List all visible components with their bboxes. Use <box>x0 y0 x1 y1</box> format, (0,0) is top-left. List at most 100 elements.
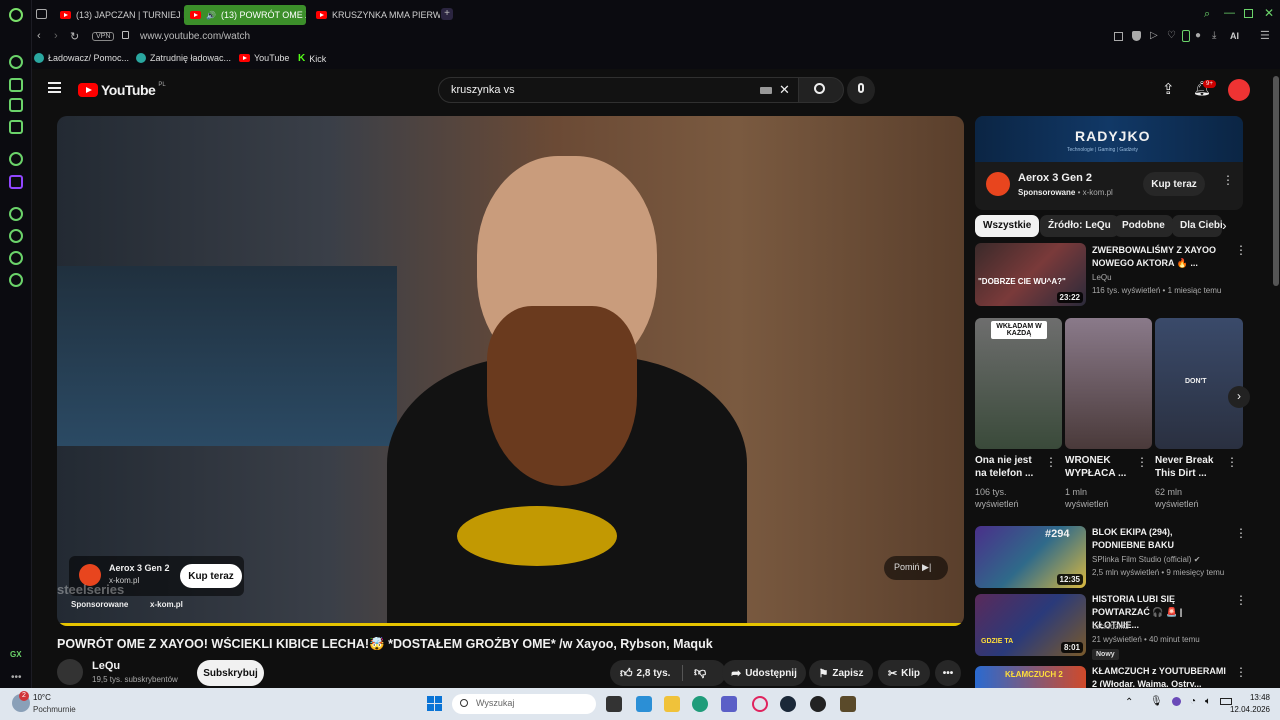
ad-progress-bar[interactable] <box>57 623 964 626</box>
clip-button[interactable]: ✂ Klip <box>878 660 930 686</box>
volume-icon[interactable]: 🔈︎ <box>1205 696 1211 707</box>
like-icon[interactable]: 👍︎ <box>620 666 633 681</box>
youtube-logo[interactable]: YouTube PL <box>78 82 166 98</box>
speaker-icon[interactable]: 🔊 <box>206 11 216 20</box>
task-view-icon[interactable] <box>606 696 622 712</box>
file-explorer-icon[interactable] <box>664 696 680 712</box>
teams-icon[interactable] <box>721 696 737 712</box>
steam-icon[interactable] <box>780 696 796 712</box>
upload-icon[interactable]: ⇪ <box>1162 80 1175 98</box>
battery-icon[interactable] <box>1182 30 1190 42</box>
widgets-icon[interactable] <box>636 696 652 712</box>
snapshot-icon[interactable] <box>1114 32 1123 41</box>
account-icon[interactable]: ● <box>1195 30 1201 41</box>
rec-menu-icon[interactable]: ⋮ <box>1235 527 1247 539</box>
video-player[interactable]: Aerox 3 Gen 2 x-kom.pl Kup teraz Sponsor… <box>57 116 964 626</box>
short-menu-icon[interactable]: ⋮ <box>1045 456 1057 468</box>
forward-icon[interactable]: › <box>54 30 58 42</box>
download-icon[interactable]: ⤓ <box>1212 30 1216 41</box>
gx-control-icon[interactable] <box>9 98 23 112</box>
rec-thumbnail-4[interactable]: KŁAMCZUCH 2 <box>975 666 1086 688</box>
ad-cta-button[interactable]: Kup teraz <box>180 564 242 588</box>
rec-title-4[interactable]: KŁAMCZUCH z YOUTUBERAMI 2 (Włodar, Wajma… <box>1092 665 1227 687</box>
game-icon[interactable] <box>840 696 856 712</box>
rec-channel-1[interactable]: LeQu <box>1092 272 1112 284</box>
rec-thumbnail-1[interactable]: "DOBRZE CIE WU^A?" 23:22 <box>975 243 1086 306</box>
share-button[interactable]: ➦ Udostępnij <box>722 660 806 686</box>
tray-expand-icon[interactable]: ⌃ <box>1125 697 1133 708</box>
rec-menu-icon[interactable]: ⋮ <box>1235 594 1247 606</box>
edge-icon[interactable] <box>692 696 708 712</box>
url-field[interactable]: www.youtube.com/watch <box>140 31 250 42</box>
lock-icon[interactable] <box>122 31 129 39</box>
opera-logo-icon[interactable] <box>9 8 23 22</box>
short-thumbnail-1[interactable]: WKŁADAM W KAŻDĄ <box>975 318 1062 449</box>
chip-all[interactable]: Wszystkie <box>975 215 1040 237</box>
clear-search-icon[interactable]: ✕ <box>779 82 790 98</box>
bookmark-kick[interactable]: K Kick <box>298 53 326 64</box>
minimize-icon[interactable]: — <box>1224 7 1235 19</box>
bookmark-ladowacz[interactable]: Ładowacz/ Pomoc... <box>34 53 129 63</box>
tab-islands-icon[interactable] <box>36 9 47 19</box>
side-ad-cta-button[interactable]: Kup teraz <box>1143 172 1205 196</box>
chips-next-icon[interactable]: › <box>1222 217 1227 233</box>
rec-channel-3[interactable]: csclodzik3 <box>1092 621 1129 633</box>
voice-search-button[interactable] <box>847 76 875 104</box>
maximize-icon[interactable] <box>1244 9 1253 18</box>
short-thumbnail-2[interactable] <box>1065 318 1152 449</box>
short-title-3[interactable]: Never Break This Dirt ... <box>1155 454 1225 480</box>
subscribe-button[interactable]: Subskrybuj <box>197 660 264 686</box>
player-icon[interactable] <box>9 207 23 221</box>
search-button[interactable] <box>798 77 844 103</box>
gx-corner-icon[interactable] <box>9 78 23 92</box>
twitch-icon[interactable] <box>9 175 23 189</box>
clock-date[interactable]: 12.04.2026 <box>1226 705 1270 714</box>
scrollbar-thumb[interactable] <box>1273 76 1279 286</box>
keyboard-icon[interactable] <box>760 87 772 94</box>
vpn-badge[interactable]: VPN <box>92 32 115 41</box>
chatgpt-icon[interactable] <box>9 152 23 166</box>
clock-time[interactable]: 13:48 <box>1238 693 1270 702</box>
shield-icon[interactable] <box>1132 31 1141 41</box>
heart-icon[interactable]: ♡ <box>1167 30 1176 41</box>
side-ad-card[interactable]: RADYJKO Technologie | Gaming | Gadżety A… <box>975 116 1243 210</box>
guide-menu-icon[interactable] <box>48 82 61 93</box>
save-button[interactable]: ⚑ Zapisz <box>809 660 873 686</box>
bookmark-zatrudnie[interactable]: Zatrudnię ładowac... <box>136 53 231 63</box>
opera-gx-taskbar-icon[interactable] <box>752 696 768 712</box>
ai-button[interactable]: AI <box>1230 31 1239 41</box>
search-tabs-icon[interactable]: ⌕ <box>1204 8 1210 21</box>
rec-channel-2-row[interactable]: SPlinka Film Studio (official) ✔ <box>1092 554 1200 566</box>
play-icon[interactable]: ▷ <box>1150 30 1158 41</box>
windows-start-icon[interactable] <box>427 696 442 711</box>
battery-tray-icon[interactable] <box>1220 698 1232 705</box>
avatar[interactable] <box>1228 79 1250 101</box>
back-icon[interactable]: ‹ <box>37 30 41 42</box>
dislike-icon[interactable]: 👎︎ <box>694 665 706 680</box>
channel-name[interactable]: LeQu <box>92 660 120 672</box>
tab-kruszynka[interactable]: KRUSZYNKA MMA PIERW <box>310 5 440 25</box>
tab-powrot-ome[interactable]: 🔊 (13) POWRÓT OME Z <box>184 5 306 25</box>
short-title-2[interactable]: WRONEK WYPŁACA ... <box>1065 454 1135 480</box>
like-count[interactable]: 2,8 tys. <box>637 668 671 679</box>
tab-japczan[interactable]: (13) JAPCZAN | TURNIEJ I <box>54 5 184 25</box>
shorts-next-button[interactable]: › <box>1228 386 1250 408</box>
more-actions-button[interactable]: ••• <box>935 660 961 686</box>
rec-menu-icon[interactable]: ⋮ <box>1235 244 1247 256</box>
more-icon[interactable]: ••• <box>11 672 22 683</box>
extensions-icon[interactable] <box>9 251 23 265</box>
speed-dial-icon[interactable] <box>9 55 23 69</box>
wifi-icon[interactable]: ◔ <box>1190 696 1196 707</box>
chip-for-you[interactable]: Dla Ciebie <box>1172 215 1222 237</box>
ad-sponsored-domain[interactable]: x-kom.pl <box>150 600 183 609</box>
close-window-icon[interactable]: ✕ <box>1264 6 1274 20</box>
channel-avatar[interactable] <box>57 659 83 685</box>
chip-from-lequ[interactable]: Źródło: LeQu <box>1040 215 1119 237</box>
short-thumbnail-3[interactable]: DON'T <box>1155 318 1243 449</box>
short-title-1[interactable]: Ona nie jest na telefon ... <box>975 454 1045 480</box>
weather-temp[interactable]: 10°C <box>33 693 51 702</box>
short-menu-icon[interactable]: ⋮ <box>1136 456 1148 468</box>
rec-thumbnail-3[interactable]: GDZIE TA 8:01 <box>975 594 1086 656</box>
chip-related[interactable]: Podobne <box>1114 215 1173 237</box>
rec-menu-icon[interactable]: ⋮ <box>1235 666 1247 678</box>
